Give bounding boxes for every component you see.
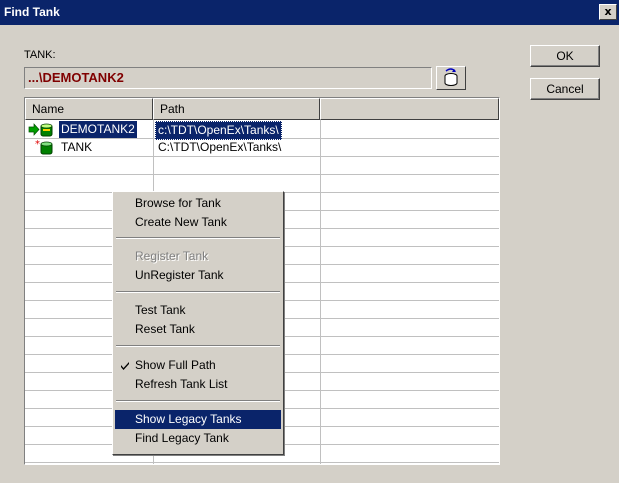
menu-separator [116, 237, 280, 239]
tank-path: C:\TDT\OpenEx\Tanks\ [158, 140, 282, 154]
column-header-empty [320, 98, 499, 120]
find-tank-dialog: Find Tank x TANK: ...\DEMOTANK2 OK Cance… [0, 0, 619, 483]
menu-separator [116, 400, 280, 402]
tank-label: TANK: [24, 49, 56, 61]
menu-item-reset-tank[interactable]: Reset Tank [115, 320, 281, 339]
column-header-name[interactable]: Name [25, 98, 153, 120]
menu-item-browse-for-tank[interactable]: Browse for Tank [115, 194, 281, 213]
menu-item-show-full-path[interactable]: Show Full Path [115, 356, 281, 375]
checkmark-icon [121, 362, 129, 370]
menu-separator [116, 345, 280, 347]
menu-separator [116, 291, 280, 293]
title-bar[interactable]: Find Tank x [0, 0, 619, 25]
window-title: Find Tank [4, 5, 60, 19]
menu-item-show-legacy-tanks[interactable]: Show Legacy Tanks [115, 410, 281, 429]
table-row[interactable]: DEMOTANK2 c:\TDT\OpenEx\Tanks\ [25, 120, 499, 140]
context-menu: Browse for Tank Create New Tank Register… [112, 191, 284, 455]
menu-item-refresh-tank-list[interactable]: Refresh Tank List [115, 375, 281, 394]
tank-path-field: ...\DEMOTANK2 [24, 67, 432, 89]
menu-item-create-new-tank[interactable]: Create New Tank [115, 213, 281, 232]
column-header-path[interactable]: Path [153, 98, 320, 120]
tank-name: DEMOTANK2 [59, 121, 137, 138]
cancel-button[interactable]: Cancel [530, 78, 600, 100]
tank-browse-icon [444, 68, 458, 86]
tank-path-value: ...\DEMOTANK2 [28, 70, 124, 85]
svg-text:*: * [35, 140, 40, 150]
menu-item-find-legacy-tank[interactable]: Find Legacy Tank [115, 429, 281, 448]
browse-tank-button[interactable] [436, 66, 466, 90]
ok-button[interactable]: OK [530, 45, 600, 67]
menu-item-test-tank[interactable]: Test Tank [115, 301, 281, 320]
menu-item-unregister-tank[interactable]: UnRegister Tank [115, 266, 281, 285]
active-tank-icon [28, 123, 53, 137]
tank-name: TANK [61, 140, 93, 154]
close-button[interactable]: x [599, 4, 617, 20]
tank-icon: * [35, 140, 53, 155]
table-row[interactable]: * TANK C:\TDT\OpenEx\Tanks\ [25, 138, 499, 156]
menu-item-register-tank: Register Tank [135, 249, 209, 263]
